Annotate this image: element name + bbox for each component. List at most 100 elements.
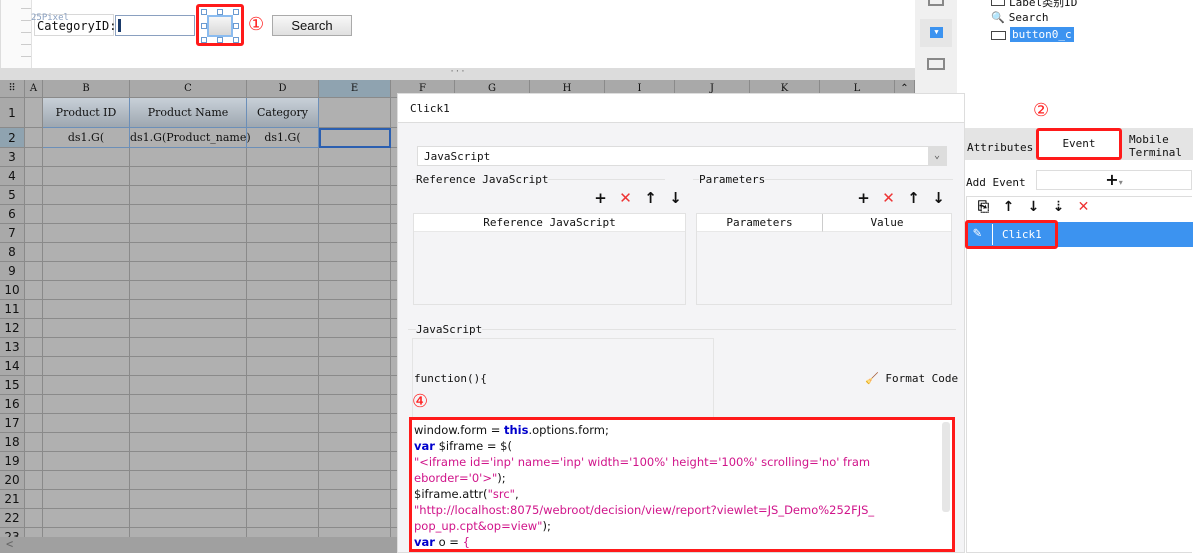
grid-cell[interactable] (130, 205, 247, 224)
grid-cell[interactable] (247, 224, 319, 243)
grid-cell[interactable] (319, 338, 391, 357)
javascript-code-editor[interactable]: window.form = this.options.form; var $ifr… (409, 417, 955, 552)
resize-handle[interactable] (233, 9, 239, 15)
grid-cell[interactable] (130, 433, 247, 452)
header-cell[interactable]: Product ID (43, 98, 130, 128)
row-header[interactable]: 12 (0, 319, 25, 338)
move-up-icon[interactable]: ↑ (638, 189, 663, 207)
add-icon[interactable]: + (588, 189, 613, 207)
grid-cell[interactable] (247, 148, 319, 167)
grid-cell[interactable] (25, 471, 43, 490)
grid-cell[interactable] (43, 433, 130, 452)
column-header[interactable]: C (130, 80, 247, 98)
value-column-header[interactable]: Value (823, 214, 951, 232)
row-header[interactable]: 16 (0, 395, 25, 414)
tab-attributes[interactable]: Attributes (967, 141, 1033, 154)
grid-cell[interactable] (43, 186, 130, 205)
column-header[interactable]: E (319, 80, 391, 98)
tab-mobile-terminal[interactable]: Mobile Terminal (1129, 133, 1189, 159)
grid-cell[interactable] (319, 528, 391, 537)
grid-cell[interactable] (25, 509, 43, 528)
grid-cell[interactable] (25, 319, 43, 338)
grid-cell[interactable] (130, 319, 247, 338)
grid-cell[interactable] (25, 490, 43, 509)
grid-cell[interactable] (25, 262, 43, 281)
grid-cell[interactable] (43, 281, 130, 300)
grid-cell[interactable] (43, 338, 130, 357)
grid-cell[interactable] (319, 167, 391, 186)
grid-cell[interactable] (130, 471, 247, 490)
grid-cell[interactable] (130, 224, 247, 243)
scroll-left-icon[interactable]: < (6, 537, 13, 551)
splitter-handle[interactable]: ··· (0, 68, 915, 80)
grid-cell[interactable] (43, 395, 130, 414)
selected-cell[interactable] (319, 128, 391, 148)
copy-icon[interactable]: ⎘ (971, 199, 996, 215)
grid-cell[interactable] (130, 243, 247, 262)
header-cell[interactable]: Category (247, 98, 319, 128)
row-header[interactable]: 11 (0, 300, 25, 319)
grid-cell[interactable] (319, 376, 391, 395)
chevron-down-icon[interactable]: ⌄ (928, 147, 946, 165)
grid-cell[interactable] (43, 376, 130, 395)
resize-handle[interactable] (217, 37, 223, 43)
resize-handle[interactable] (201, 23, 207, 29)
grid-cell[interactable] (130, 300, 247, 319)
grid-cell[interactable] (25, 148, 43, 167)
grid-cell[interactable] (247, 433, 319, 452)
grid-cell[interactable] (247, 395, 319, 414)
event-type-select[interactable]: JavaScript ⌄ (417, 146, 947, 166)
grid-cell[interactable] (247, 205, 319, 224)
grid-cell[interactable] (319, 471, 391, 490)
grid-cell[interactable] (247, 414, 319, 433)
grid-cell[interactable] (130, 148, 247, 167)
grid-cell[interactable] (25, 281, 43, 300)
row-header[interactable]: 8 (0, 243, 25, 262)
row-header[interactable]: 14 (0, 357, 25, 376)
row-header[interactable]: 5 (0, 186, 25, 205)
grid-cell[interactable] (25, 528, 43, 537)
grid-cell[interactable] (25, 414, 43, 433)
tree-item-selected[interactable]: button0_c (991, 27, 1074, 42)
grid-cell[interactable] (319, 98, 391, 128)
grid-cell[interactable] (247, 376, 319, 395)
grid-cell[interactable] (247, 509, 319, 528)
grid-cell[interactable] (247, 319, 319, 338)
resize-handle[interactable] (233, 23, 239, 29)
grid-cell[interactable] (319, 186, 391, 205)
grid-cell[interactable] (130, 395, 247, 414)
grid-cell[interactable] (43, 452, 130, 471)
parameters-table[interactable]: Parameters Value (696, 213, 952, 305)
grid-cell[interactable] (130, 490, 247, 509)
pencil-icon[interactable]: ✎ (973, 225, 981, 241)
data-cell[interactable]: ds1.G( (43, 128, 130, 148)
grid-cell[interactable] (43, 357, 130, 376)
row-header[interactable]: 4 (0, 167, 25, 186)
resize-handle[interactable] (201, 9, 207, 15)
grid-cell[interactable] (319, 300, 391, 319)
grid-cell[interactable] (130, 376, 247, 395)
grid-cell[interactable] (25, 186, 43, 205)
delete-icon[interactable]: ✕ (1071, 199, 1096, 215)
move-down-icon[interactable]: ↓ (1021, 199, 1046, 215)
grid-cell[interactable] (130, 167, 247, 186)
move-down-icon[interactable]: ↓ (663, 189, 688, 207)
row-header[interactable]: 23 (0, 528, 25, 537)
row-header[interactable]: 20 (0, 471, 25, 490)
grid-cell[interactable] (130, 262, 247, 281)
delete-icon[interactable]: ✕ (876, 189, 901, 207)
row-header[interactable]: 1 (0, 98, 25, 128)
grid-cell[interactable] (43, 490, 130, 509)
row-header[interactable]: 17 (0, 414, 25, 433)
column-header[interactable]: B (43, 80, 130, 98)
select-all-corner[interactable]: ⠿ (0, 80, 25, 98)
grid-cell[interactable] (130, 281, 247, 300)
row-header[interactable]: 21 (0, 490, 25, 509)
grid-cell[interactable] (247, 528, 319, 537)
code-scrollbar[interactable] (942, 422, 950, 512)
grid-cell[interactable] (25, 98, 43, 128)
grid-cell[interactable] (25, 243, 43, 262)
row-header[interactable]: 13 (0, 338, 25, 357)
row-header[interactable]: 18 (0, 433, 25, 452)
reference-js-column-header[interactable]: Reference JavaScript (414, 214, 685, 232)
